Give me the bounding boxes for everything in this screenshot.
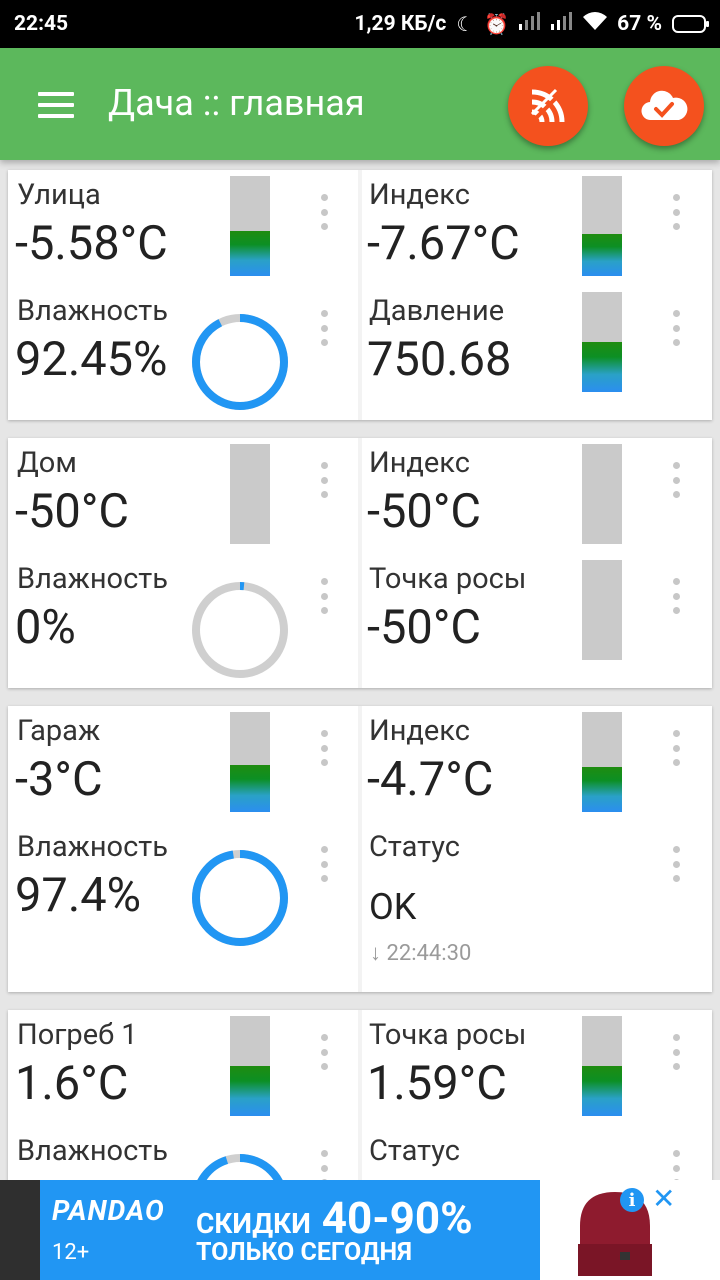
cell-value: -50°C (15, 484, 129, 539)
cell-value: 750.68 (367, 332, 512, 387)
cell-label: Влажность (17, 1134, 168, 1168)
cell-label: Статус (369, 830, 460, 864)
cell-label: Индекс (369, 446, 470, 480)
cell-label: Влажность (17, 562, 168, 596)
level-bar (582, 712, 622, 812)
cell-value: 0% (15, 600, 76, 655)
more-icon[interactable] (672, 730, 680, 766)
app-bar: Дача :: главная (0, 48, 720, 160)
cell-label: Индекс (369, 178, 470, 212)
hat-image (578, 1192, 652, 1276)
humidity-ring (192, 582, 288, 678)
more-icon[interactable] (672, 462, 680, 498)
sensor-card-garage: Гараж -3°C Индекс -4.7°C Влажность 97.4%… (8, 706, 712, 992)
cell-label: Дом (17, 446, 77, 480)
level-bar (230, 712, 270, 812)
ring-arc (192, 850, 288, 946)
cell-label: Гараж (17, 714, 101, 748)
cell-label: Индекс (369, 714, 470, 748)
cell-value: 1.59°C (367, 1056, 507, 1111)
signal-icon (551, 12, 573, 36)
ad-creative[interactable]: PANDAO 12+ СКИДКИ 40-90% ТОЛЬКО СЕГОДНЯ (40, 1180, 540, 1280)
status-icons: 1,29 КБ/с ☾ ⏰ 67 % (354, 12, 709, 36)
status-time-text: 22:44:30 (386, 941, 472, 966)
cell-label: Статус (369, 1134, 460, 1168)
wifi-icon (583, 12, 608, 36)
more-icon[interactable] (320, 730, 328, 766)
more-icon[interactable] (320, 462, 328, 498)
menu-icon[interactable] (38, 92, 74, 118)
more-icon[interactable] (320, 578, 328, 614)
ad-subline: ТОЛЬКО СЕГОДНЯ (196, 1238, 412, 1267)
level-bar (230, 1016, 270, 1116)
status-timestamp: ↓ 22:44:30 (370, 940, 471, 966)
more-icon[interactable] (672, 310, 680, 346)
ad-brand: PANDAO (52, 1194, 165, 1227)
cell-value: -5.58°C (15, 216, 168, 271)
ad-headline-prefix: СКИДКИ (196, 1207, 311, 1240)
humidity-ring (192, 314, 288, 410)
ad-banner[interactable]: PANDAO 12+ СКИДКИ 40-90% ТОЛЬКО СЕГОДНЯ … (0, 1180, 720, 1280)
page-title: Дача :: главная (108, 82, 365, 124)
ad-age-rating: 12+ (52, 1240, 90, 1265)
level-bar (582, 1016, 622, 1116)
ad-close-icon[interactable]: ✕ (652, 1182, 675, 1215)
humidity-ring (192, 850, 288, 946)
level-bar (230, 444, 270, 544)
more-icon[interactable] (320, 310, 328, 346)
cell-label: Точка росы (369, 1018, 527, 1052)
level-bar (582, 292, 622, 392)
cell-value: -4.7°C (367, 752, 494, 807)
wifi-off-icon (528, 86, 568, 126)
status-time: 22:45 (14, 12, 69, 36)
battery-percent: 67 % (617, 12, 662, 36)
cell-value: 92.45% (15, 332, 168, 387)
ring-track (192, 582, 288, 678)
cell-value: 1.6°C (15, 1056, 129, 1111)
cell-label: Влажность (17, 830, 168, 864)
more-icon[interactable] (672, 578, 680, 614)
cell-label: Давление (369, 294, 505, 328)
sensor-card-home: Дом -50°C Индекс -50°C Влажность 0% Точк… (8, 438, 712, 688)
cell-value: 97.4% (15, 868, 142, 923)
cell-value: -3°C (15, 752, 103, 807)
level-bar (582, 444, 622, 544)
signal-icon (519, 12, 541, 36)
status-bar: 22:45 1,29 КБ/с ☾ ⏰ 67 % (0, 0, 720, 48)
level-bar (582, 176, 622, 276)
more-icon[interactable] (320, 194, 328, 230)
cloud-sync-button[interactable] (624, 66, 704, 146)
cell-label: Погреб 1 (17, 1018, 138, 1052)
cell-label: Влажность (17, 294, 168, 328)
alarm-icon: ⏰ (484, 12, 510, 36)
cell-value: -7.67°C (367, 216, 520, 271)
cell-value: -50°C (367, 600, 481, 655)
sensor-card-street: Улица -5.58°C Индекс -7.67°C Влажность 9… (8, 170, 712, 420)
arrow-down-icon: ↓ (370, 941, 381, 966)
ad-info-icon[interactable]: i (620, 1188, 644, 1212)
more-icon[interactable] (320, 846, 328, 882)
cell-value: -50°C (367, 484, 481, 539)
more-icon[interactable] (320, 1034, 328, 1070)
more-icon[interactable] (672, 194, 680, 230)
moon-icon: ☾ (456, 12, 475, 36)
more-icon[interactable] (672, 1034, 680, 1070)
connection-button[interactable] (508, 66, 588, 146)
level-bar (230, 176, 270, 276)
status-value: OK (369, 886, 417, 928)
level-bar (582, 560, 622, 660)
ad-headline: СКИДКИ 40-90% (196, 1192, 473, 1244)
cloud-check-icon (641, 90, 688, 121)
battery-icon (672, 15, 709, 33)
net-speed: 1,29 КБ/с (354, 12, 447, 36)
ad-image-area[interactable]: i ✕ (540, 1180, 720, 1280)
cell-label: Точка росы (369, 562, 527, 596)
ad-headline-value: 40-90% (321, 1192, 473, 1244)
more-icon[interactable] (672, 846, 680, 882)
ring-arc (192, 314, 288, 410)
cell-label: Улица (17, 178, 101, 212)
